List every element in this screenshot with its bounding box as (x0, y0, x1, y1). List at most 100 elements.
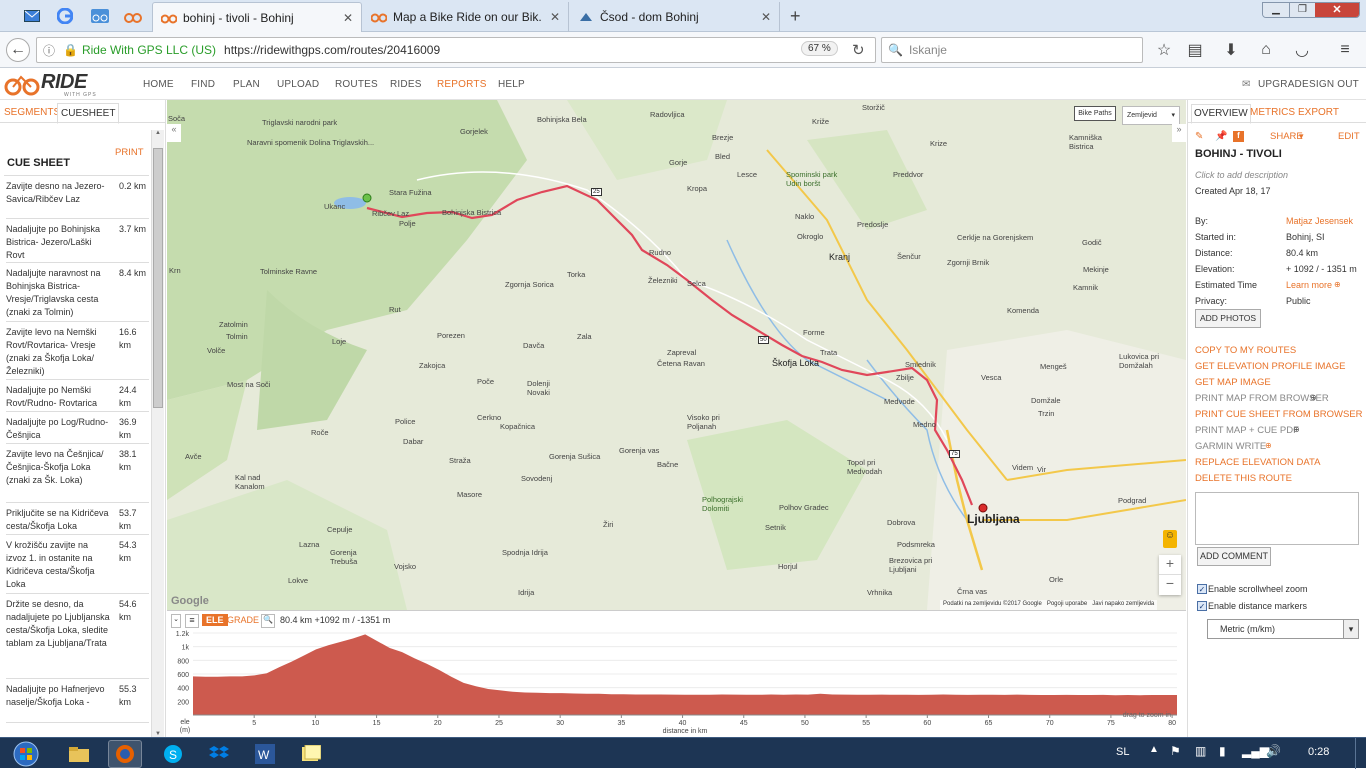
cue-row[interactable]: Zavijte levo na Češnjica/Češnjica-Škofja… (6, 444, 149, 503)
close-window-icon[interactable]: ✕ (1315, 3, 1359, 17)
scroll-thumb[interactable] (153, 148, 163, 408)
report-error-link[interactable]: Javi napako zemljevida (1092, 601, 1154, 607)
distance-markers-checkbox[interactable]: ✓ (1197, 601, 1207, 611)
elevation-chart[interactable]: 1.2k 1k 800 600 400 200 5 10 15 20 25 30 35 40 45 50 55 6… (167, 629, 1186, 738)
firefox-icon[interactable] (108, 740, 142, 768)
google-pinned-tab[interactable] (53, 4, 77, 28)
menu-icon[interactable]: ≡ (1333, 38, 1357, 62)
print-map-cue-pdf-link[interactable]: PRINT MAP + CUE PDF (1195, 425, 1299, 436)
new-tab-icon[interactable]: + (790, 6, 801, 27)
bookmark-star-icon[interactable]: ☆ (1152, 38, 1176, 62)
tab-overview[interactable]: OVERVIEW (1191, 104, 1251, 124)
finish-marker[interactable] (978, 503, 988, 513)
cue-scrollbar[interactable]: ▲ ▼ (151, 130, 164, 737)
url-text[interactable]: https://ridewithgps.com/routes/20416009 (224, 43, 440, 57)
zoom-in-icon[interactable]: + (1159, 555, 1181, 575)
magnify-icon[interactable]: 🔍 (261, 614, 275, 628)
detail-value-by[interactable]: Matjaz Jesensek (1286, 216, 1353, 226)
nav-routes[interactable]: ROUTES (335, 79, 378, 90)
tab-bohinj-tivoli[interactable]: bohinj - tivoli - Bohinj ✕ (152, 2, 362, 32)
elevation-menu-icon[interactable]: ≡ (185, 614, 199, 628)
print-link[interactable]: PRINT (115, 147, 144, 158)
nav-find[interactable]: FIND (191, 79, 215, 90)
bike-pinned-tab[interactable] (88, 4, 112, 28)
network-icon[interactable]: ▥ (1195, 744, 1206, 758)
delete-route-link[interactable]: DELETE THIS ROUTE (1195, 473, 1292, 484)
cue-row[interactable]: Zavijte levo na Nemški Rovt/Rovtarica- V… (6, 322, 149, 380)
copy-to-routes-link[interactable]: COPY TO MY ROUTES (1195, 345, 1296, 356)
edit-link[interactable]: EDIT (1338, 131, 1360, 142)
plus-circle-icon[interactable]: ⊕ (1310, 393, 1317, 402)
zoom-level[interactable]: 67 % (801, 41, 838, 56)
word-icon[interactable]: W (248, 740, 282, 768)
volume-icon[interactable]: 🔊 (1266, 744, 1281, 758)
rwgps-pinned-tab[interactable] (121, 4, 145, 28)
mail-pinned-tab[interactable] (20, 4, 44, 28)
edit-pencil-icon[interactable]: ✎ (1195, 131, 1203, 142)
scroll-up-icon[interactable]: ▲ (152, 130, 164, 136)
cue-row[interactable]: Nadaljujte naravnost na Bohinjska Bistri… (6, 263, 149, 322)
close-tab-icon[interactable]: ✕ (550, 10, 560, 24)
collapse-elevation-icon[interactable]: ⌄ (171, 614, 181, 628)
notes-icon[interactable] (294, 740, 328, 768)
show-hidden-icons-icon[interactable]: ▲ (1149, 744, 1159, 755)
tab-map-bike-ride[interactable]: Map a Bike Ride on our Bik... ✕ (363, 2, 569, 32)
terms-link[interactable]: Pogoji uporabe (1047, 601, 1087, 607)
cue-row[interactable]: Nadaljujte po Nemški Rovt/Rudno- Rovtari… (6, 380, 149, 412)
tab-segments[interactable]: SEGMENTS (4, 107, 60, 118)
mail-icon[interactable]: ✉ (1242, 79, 1250, 90)
print-map-link[interactable]: PRINT MAP FROM BROWSER (1195, 393, 1329, 404)
dropbox-icon[interactable] (202, 740, 236, 768)
share-dropdown-icon[interactable]: ▾ (1299, 131, 1304, 142)
restore-icon[interactable]: ❐ (1289, 3, 1315, 17)
cue-row[interactable]: Držite se desno, da nadaljujete po Ljubl… (6, 594, 149, 679)
zoom-out-icon[interactable]: − (1159, 575, 1181, 595)
clock[interactable]: 0:28 (1308, 746, 1329, 758)
map-image-link[interactable]: GET MAP IMAGE (1195, 377, 1271, 388)
signout-link[interactable]: SIGN OUT (1309, 79, 1359, 90)
grade-tab[interactable]: GRADE (227, 615, 259, 625)
pin-icon[interactable]: 📌 (1215, 131, 1227, 142)
show-desktop-button[interactable] (1355, 738, 1366, 769)
skype-icon[interactable]: S (156, 740, 190, 768)
nav-upload[interactable]: UPLOAD (277, 79, 319, 90)
facebook-icon[interactable]: f (1233, 131, 1244, 142)
plus-circle-icon[interactable]: ⊕ (1334, 280, 1341, 289)
back-icon[interactable]: ← (6, 38, 30, 62)
garmin-write-link[interactable]: GARMIN WRITE (1195, 441, 1266, 452)
bike-paths-button[interactable]: Bike Paths (1074, 106, 1116, 121)
info-icon[interactable]: ⓘ (43, 42, 55, 59)
detail-value-time[interactable]: Learn more (1286, 280, 1332, 290)
add-comment-button[interactable]: ADD COMMENT (1197, 547, 1271, 566)
nav-rides[interactable]: RIDES (390, 79, 422, 90)
replace-elevation-link[interactable]: REPLACE ELEVATION DATA (1195, 457, 1320, 468)
description-placeholder[interactable]: Click to add description (1195, 170, 1288, 180)
comment-textarea[interactable] (1195, 492, 1359, 545)
cue-row[interactable]: Priključite se na Kidričeva cesta/Škofja… (6, 503, 149, 535)
plus-circle-icon[interactable]: ⊕ (1265, 441, 1272, 450)
scrollwheel-zoom-checkbox[interactable]: ✓ (1197, 584, 1207, 594)
close-tab-icon[interactable]: ✕ (343, 11, 353, 25)
action-center-icon[interactable]: ⚑ (1170, 744, 1181, 758)
nav-reports[interactable]: REPORTS (437, 79, 487, 90)
home-icon[interactable]: ⌂ (1254, 38, 1278, 62)
nav-home[interactable]: HOME (143, 79, 174, 90)
start-marker[interactable] (362, 193, 372, 203)
tab-export[interactable]: EXPORT (1298, 107, 1339, 118)
cue-row[interactable]: Nadaljujte po Bohinjska Bistrica- Jezero… (6, 219, 149, 263)
close-tab-icon[interactable]: ✕ (761, 10, 771, 24)
pocket-icon[interactable]: ◡ (1290, 38, 1314, 62)
tab-cuesheet[interactable]: CUESHEET (57, 103, 120, 124)
nav-help[interactable]: HELP (498, 79, 525, 90)
cue-row[interactable]: V krožišču zavijte na izvoz 1. in ostani… (6, 535, 149, 594)
cue-row[interactable]: Nadaljujte po Hafnerjevo naselje/Škofja … (6, 679, 149, 723)
search-input[interactable]: 🔍 Iskanje (881, 37, 1143, 63)
collapse-left-icon[interactable]: « (167, 124, 181, 142)
cue-row[interactable]: Zavijte desno na Jezero- Savica/Ribčev L… (6, 176, 149, 219)
start-button[interactable] (6, 740, 46, 768)
add-photos-button[interactable]: ADD PHOTOS (1195, 309, 1261, 328)
units-select[interactable]: Metric (m/km) ▾ (1207, 619, 1359, 639)
tab-csod-dom[interactable]: Čsod - dom Bohinj ✕ (570, 2, 780, 32)
print-cuesheet-link[interactable]: PRINT CUE SHEET FROM BROWSER (1195, 409, 1363, 420)
pegman-icon[interactable]: ☺ (1163, 530, 1177, 548)
